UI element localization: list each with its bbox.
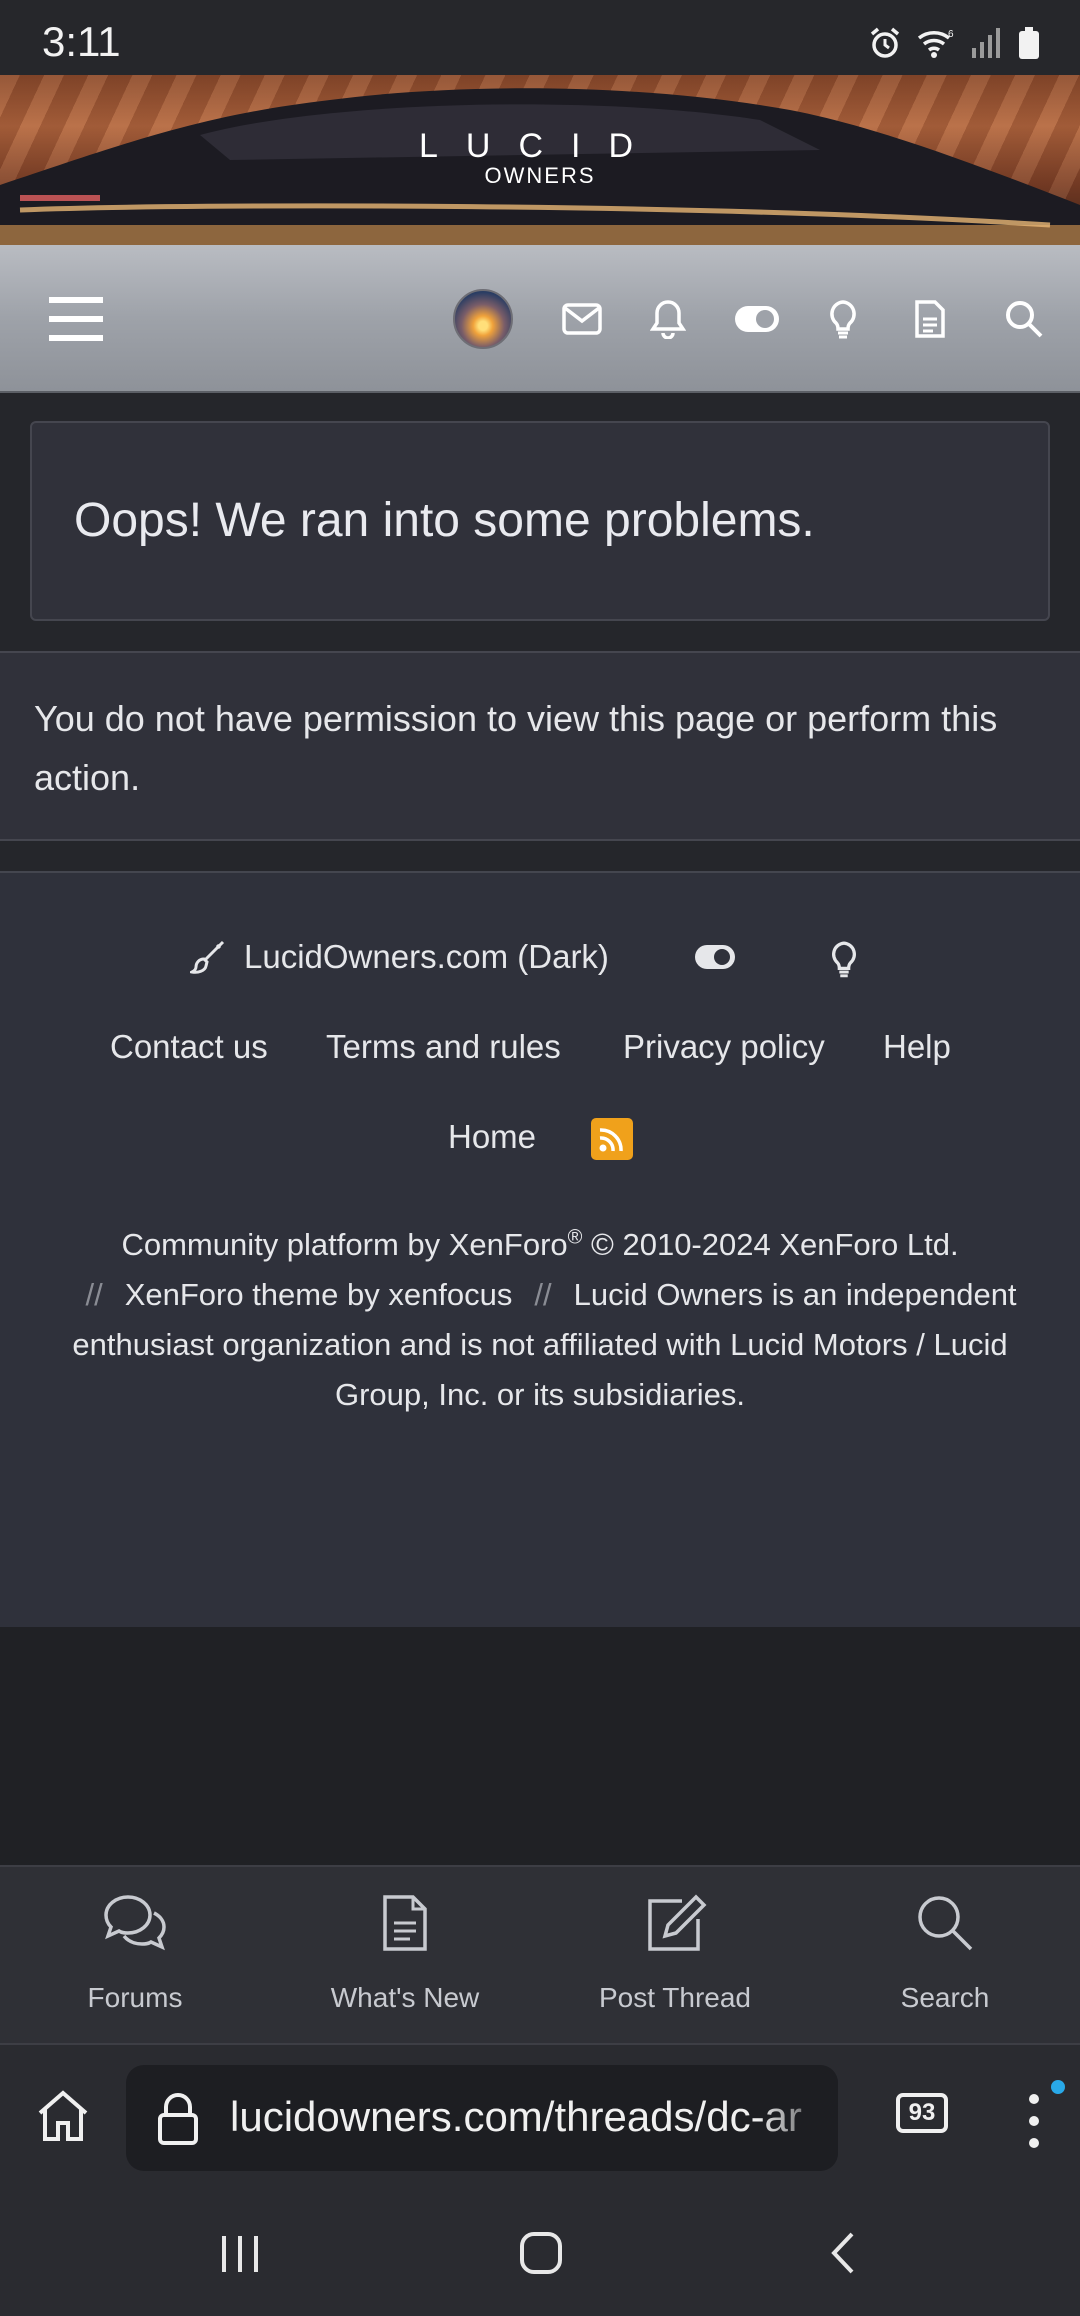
paintbrush-icon (190, 940, 225, 974)
error-title: Oops! We ran into some problems. (74, 494, 815, 547)
copyright-text: Community platform by XenForo® © 2010-20… (40, 1213, 1040, 1420)
bottom-nav-whats-new[interactable]: What's New (270, 1867, 540, 2047)
document-icon (270, 1893, 540, 1959)
toggle-icon[interactable] (694, 944, 736, 975)
style-chooser-link[interactable]: LucidOwners.com (Dark) (190, 938, 609, 976)
site-logo-subtitle: OWNERS (484, 163, 596, 188)
bottom-nav-forums[interactable]: Forums (0, 1867, 270, 2047)
recent-apps-icon[interactable] (218, 2232, 262, 2281)
lock-icon (156, 2091, 200, 2152)
bulb-icon[interactable] (830, 940, 858, 983)
svg-text:6: 6 (948, 29, 954, 40)
contact-us-link[interactable]: Contact us (110, 1028, 268, 1066)
avatar[interactable] (453, 289, 513, 349)
search-icon[interactable] (998, 293, 1050, 345)
separator: // (534, 1277, 552, 1313)
error-section: Oops! We ran into some problems. (0, 393, 1080, 651)
style-row: LucidOwners.com (Dark) (0, 938, 1080, 988)
status-time: 3:11 (42, 18, 121, 65)
signal-icon (972, 28, 1000, 58)
more-menu-icon[interactable] (1022, 2093, 1046, 2154)
error-box: Oops! We ran into some problems. (30, 421, 1050, 621)
style-chooser-label: LucidOwners.com (Dark) (244, 938, 609, 975)
rss-icon[interactable] (591, 1118, 633, 1160)
error-message: You do not have permission to view this … (34, 698, 998, 798)
url-bar[interactable]: lucidowners.com/threads/dc-ar (126, 2065, 838, 2171)
alarm-icon (870, 27, 900, 58)
status-icons: 6 (868, 26, 1040, 60)
bottom-nav-post-thread[interactable]: Post Thread (540, 1867, 810, 2047)
home-button-icon[interactable] (518, 2230, 564, 2281)
site-banner[interactable]: LUCID OWNERS (0, 75, 1080, 245)
browser-toolbar: lucidowners.com/threads/dc-ar 93 (0, 2045, 1080, 2192)
footer-links: Contact us Terms and rules Privacy polic… (0, 1028, 1080, 1078)
xenforo-link[interactable]: Community platform by XenForo® © 2010-20… (121, 1227, 958, 1262)
site-logo: LUCID (418, 127, 662, 165)
theme-credit-link[interactable]: XenForo theme by xenfocus (125, 1277, 513, 1312)
url-text: lucidowners.com/threads/dc-ar (230, 2093, 802, 2140)
document-icon[interactable] (904, 293, 956, 345)
top-navbar (0, 245, 1080, 393)
bulb-icon[interactable] (817, 293, 869, 345)
wifi-icon: 6 (917, 29, 954, 58)
menu-icon[interactable] (46, 293, 106, 345)
system-navigation-bar (0, 2192, 1080, 2316)
back-icon[interactable] (828, 2230, 858, 2281)
error-message-block: You do not have permission to view this … (0, 651, 1080, 841)
search-icon (810, 1893, 1080, 1959)
tab-count-button[interactable]: 93 (896, 2093, 948, 2133)
toggle-icon[interactable] (731, 293, 783, 345)
edit-icon (540, 1893, 810, 1959)
separator: // (85, 1277, 103, 1313)
home-link[interactable]: Home (448, 1118, 536, 1156)
status-bar: 3:11 6 (0, 0, 1080, 75)
bottom-nav: Forums What's New Post Thread Search (0, 1865, 1080, 2045)
chat-bubbles-icon (0, 1893, 270, 1959)
terms-link[interactable]: Terms and rules (326, 1028, 561, 1066)
notification-dot (1051, 2080, 1065, 2094)
battery-icon (1019, 27, 1039, 59)
footer: LucidOwners.com (Dark) Contact us Terms … (0, 871, 1080, 1627)
bottom-nav-search[interactable]: Search (810, 1867, 1080, 2047)
bell-icon[interactable] (642, 293, 694, 345)
mail-icon[interactable] (556, 293, 608, 345)
home-icon[interactable] (36, 2089, 90, 2148)
home-row: Home (0, 1118, 1080, 1168)
help-link[interactable]: Help (883, 1028, 951, 1066)
privacy-policy-link[interactable]: Privacy policy (623, 1028, 825, 1066)
